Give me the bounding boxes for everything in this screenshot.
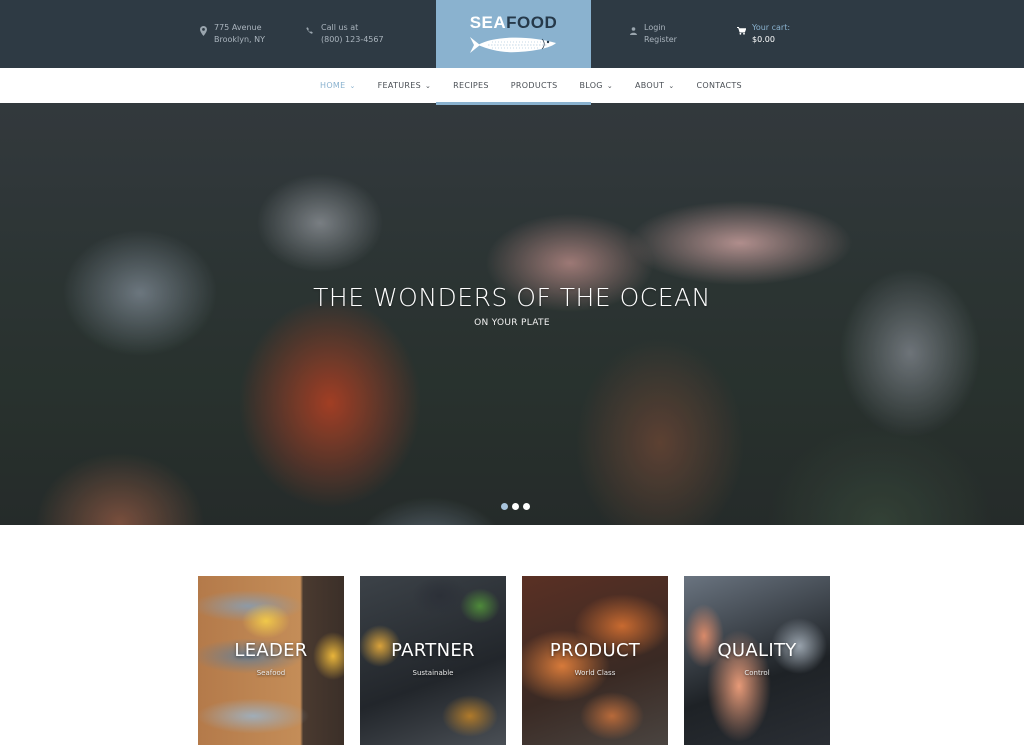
nav-item-contacts[interactable]: CONTACTS [697,81,742,90]
card-title: PRODUCT [549,640,641,661]
card-quality[interactable]: QUALITY Control [684,576,830,745]
card-product[interactable]: PRODUCT World Class [522,576,668,745]
hero-subtitle: ON YOUR PLATE [474,318,550,328]
account-info: Login Register [628,22,677,46]
phone-info: Call us at (800) 123-4567 [305,22,384,46]
slider-dot[interactable] [501,503,508,510]
main-nav: HOME ⌄ FEATURES ⌄ RECIPES PRODUCTS BLOG ⌄ A… [0,68,1024,103]
phone-number[interactable]: (800) 123-4567 [321,34,384,46]
logo-text: SEAFOOD [469,13,558,32]
address-line1: 775 Avenue [214,23,262,32]
cart-label: Your cart: [752,23,791,32]
login-link[interactable]: Login [644,22,677,34]
logo-accent-strip [436,102,591,105]
nav-item-about[interactable]: ABOUT ⌄ [635,81,675,90]
phone-icon [305,25,315,37]
logo[interactable]: SEAFOOD [436,0,591,68]
address-line2: Brooklyn, NY [214,35,266,44]
card-leader[interactable]: LEADER Seafood [198,576,344,745]
chevron-down-icon: ⌄ [668,81,675,90]
address-info: 775 Avenue Brooklyn, NY [198,22,265,46]
chevron-down-icon: ⌄ [349,81,356,90]
slider-dot[interactable] [523,503,530,510]
cart-info[interactable]: Your cart: $0.00 [736,22,790,46]
user-icon [628,25,638,37]
map-pin-icon [198,25,208,37]
nav-item-features[interactable]: FEATURES ⌄ [378,81,432,90]
nav-item-blog[interactable]: BLOG ⌄ [579,81,613,90]
phone-label: Call us at [321,23,359,32]
chevron-down-icon: ⌄ [425,81,432,90]
cart-total: $0.00 [752,35,775,44]
slider-pagination [501,503,530,510]
register-link[interactable]: Register [644,34,677,46]
cart-icon [736,25,746,37]
feature-cards: LEADER Seafood PARTNER Sustainable PRODU… [198,576,830,745]
card-title: QUALITY [717,640,797,661]
nav-item-products[interactable]: PRODUCTS [511,81,558,90]
card-title: PARTNER [391,640,475,661]
card-subtitle: Control [744,669,770,677]
top-header: 775 Avenue Brooklyn, NY Call us at (800)… [0,0,1024,68]
nav-item-home[interactable]: HOME ⌄ [320,81,356,90]
card-subtitle: Sustainable [412,669,454,677]
nav-item-recipes[interactable]: RECIPES [453,81,489,90]
card-subtitle: World Class [574,669,616,677]
chevron-down-icon: ⌄ [606,81,613,90]
card-partner[interactable]: PARTNER Sustainable [360,576,506,745]
nav-menu: HOME ⌄ FEATURES ⌄ RECIPES PRODUCTS BLOG ⌄ A… [320,68,764,103]
card-subtitle: Seafood [256,669,286,677]
card-title: LEADER [234,640,308,661]
fish-logo-icon [469,37,556,53]
hero-title: THE WONDERS OF THE OCEAN [313,283,711,312]
hero-slider[interactable]: THE WONDERS OF THE OCEAN ON YOUR PLATE [0,103,1024,525]
slider-dot[interactable] [512,503,519,510]
